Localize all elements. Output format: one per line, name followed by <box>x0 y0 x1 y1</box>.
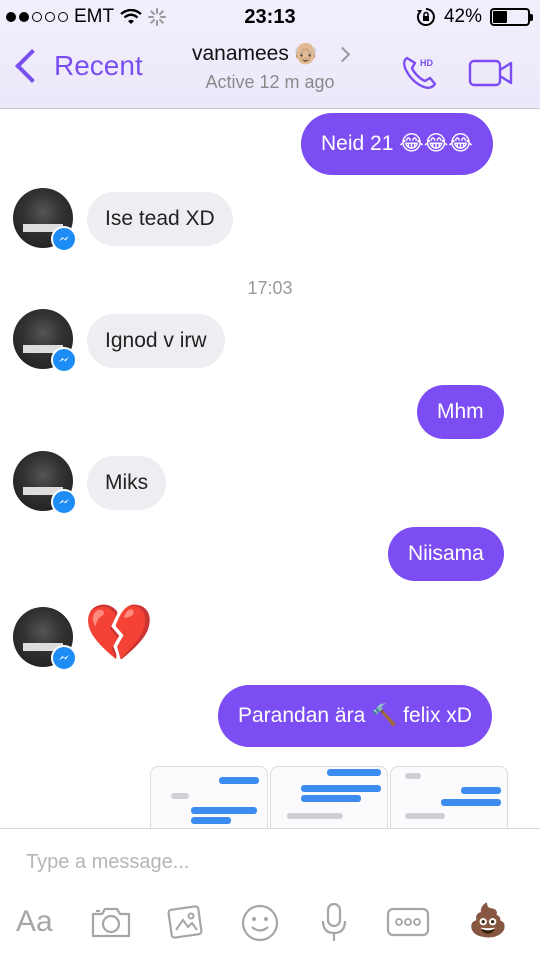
image-thumbnail[interactable] <box>150 766 268 828</box>
back-label: Recent <box>54 50 143 81</box>
avatar[interactable] <box>13 451 77 515</box>
composer: Aa <box>0 828 540 961</box>
composer-toolbar: Aa 💩 <box>0 901 540 949</box>
laughing-emoji: 😂😂😂 <box>399 132 473 156</box>
rotation-lock-icon <box>416 8 435 26</box>
message-outgoing[interactable]: Mhm <box>417 385 504 439</box>
shared-screenshot-images[interactable] <box>150 766 508 828</box>
camera-icon <box>91 907 131 938</box>
message-input[interactable] <box>26 847 506 877</box>
timestamp: 17:03 <box>247 278 293 298</box>
poop-emoji-button[interactable]: 💩 <box>468 901 508 939</box>
message-incoming[interactable]: Ise tead XD <box>87 192 233 246</box>
message-text: Neid 21 <box>321 132 394 155</box>
message-text: Mhm <box>437 400 484 423</box>
message-outgoing[interactable]: Niisama <box>388 527 504 581</box>
hd-label: HD <box>420 58 433 68</box>
image-thumbnail[interactable] <box>390 766 508 828</box>
broken-heart-emoji[interactable]: 💔 <box>84 598 154 668</box>
message-text: Niisama <box>408 542 484 565</box>
message-incoming[interactable]: Miks <box>87 456 167 510</box>
gallery-icon <box>167 905 203 939</box>
old-man-emoji: 👴🏼 <box>292 42 320 65</box>
emoji-button[interactable] <box>240 903 280 948</box>
message-incoming[interactable]: Ignod v irw <box>87 314 225 368</box>
phone-icon: HD <box>403 56 437 89</box>
messenger-badge-icon <box>51 645 77 671</box>
hammer-emoji: 🔨 <box>371 704 398 728</box>
text-format-button[interactable]: Aa <box>16 905 53 939</box>
message-outgoing[interactable]: Parandan ära 🔨 felix xD <box>218 685 492 747</box>
camera-button[interactable] <box>90 905 132 944</box>
message-list[interactable]: Neid 21 😂😂😂 Ise tead XD 17:03 Ignod v ir… <box>0 108 540 828</box>
battery-percent: 42% <box>443 6 482 27</box>
voice-record-button[interactable] <box>320 901 348 948</box>
message-text: Ise tead XD <box>105 207 215 230</box>
status-bar: EMT 23:13 42% <box>0 0 540 36</box>
more-icon <box>386 907 430 937</box>
messenger-badge-icon <box>51 489 77 515</box>
microphone-icon <box>321 902 347 941</box>
active-status: Active 12 m ago <box>205 72 335 92</box>
gallery-button[interactable] <box>167 903 205 944</box>
smiley-icon <box>241 904 279 942</box>
more-options-button[interactable] <box>386 907 430 942</box>
message-text: Miks <box>105 471 149 494</box>
messenger-badge-icon <box>51 347 77 373</box>
message-text: felix xD <box>403 704 472 727</box>
back-button[interactable]: Recent <box>12 49 143 83</box>
messenger-badge-icon <box>51 226 77 252</box>
chevron-left-icon <box>15 49 49 83</box>
contact-name: vanamees <box>191 42 289 65</box>
battery-icon <box>490 8 533 26</box>
hd-call-button[interactable]: HD <box>398 52 442 99</box>
image-thumbnail[interactable] <box>270 766 388 828</box>
chevron-right-icon <box>334 46 351 62</box>
conversation-nav: Recent vanamees 👴🏼 Active 12 m ago HD <box>0 36 540 108</box>
avatar[interactable] <box>13 607 77 671</box>
avatar[interactable] <box>13 309 77 373</box>
conversation-title[interactable]: vanamees 👴🏼 Active 12 m ago <box>170 42 370 93</box>
message-text: Ignod v irw <box>105 329 207 352</box>
message-outgoing[interactable]: Neid 21 😂😂😂 <box>301 113 493 175</box>
video-call-button[interactable] <box>468 58 514 93</box>
message-text: Parandan ära <box>238 704 366 727</box>
avatar[interactable] <box>13 188 77 252</box>
video-camera-icon <box>468 59 513 87</box>
